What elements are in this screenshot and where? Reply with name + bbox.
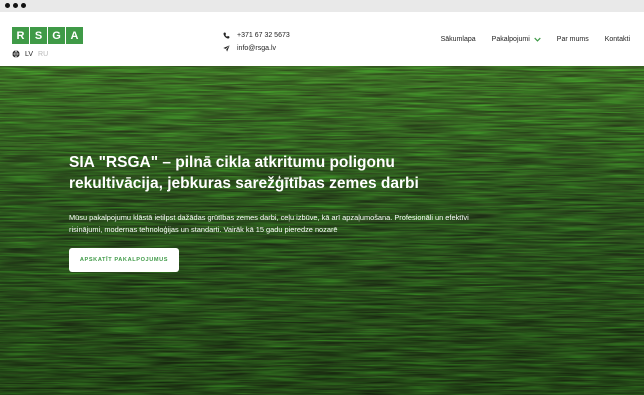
nav-item-label: Pakalpojumi: [491, 36, 530, 43]
hero-headline: SIA "RSGA" – pilnā cikla atkritumu polig…: [69, 154, 419, 192]
nav-item-home[interactable]: Sākumlapa: [441, 36, 476, 43]
hero-section: SIA "RSGA" – pilnā cikla atkritumu polig…: [0, 66, 644, 395]
window-dot: [5, 3, 10, 8]
phone-icon: [223, 32, 230, 39]
hero-description: Mūsu pakalpojumu klāstā ietilpst dažādas…: [69, 213, 469, 234]
email-address: info@rsga.lv: [237, 45, 277, 52]
globe-icon: [12, 50, 20, 58]
phone-number: +371 67 32 5673: [237, 32, 290, 39]
main-nav: Sākumlapa Pakalpojumi Par mums Kontakti: [425, 36, 630, 43]
nav-item-contacts[interactable]: Kontakti: [605, 36, 630, 43]
language-lv[interactable]: LV: [25, 51, 33, 58]
nav-item-label: Kontakti: [604, 36, 630, 43]
logo-letter: R: [12, 27, 29, 44]
window-dot: [21, 3, 26, 8]
nav-item-label: Par mums: [556, 36, 589, 43]
language-ru[interactable]: RU: [38, 51, 48, 58]
send-icon: [223, 45, 230, 52]
nav-item-about[interactable]: Par mums: [557, 36, 589, 43]
window-dot: [13, 3, 18, 8]
site-header: R S G A LV RU +371 67 32 5673 info@rsga.…: [0, 12, 644, 66]
contact-info: +371 67 32 5673 info@rsga.lv: [223, 29, 290, 55]
email-row[interactable]: info@rsga.lv: [223, 42, 290, 55]
browser-chrome: [0, 0, 644, 12]
logo-letter: G: [48, 27, 65, 44]
phone-row[interactable]: +371 67 32 5673: [223, 29, 290, 42]
language-switcher: LV RU: [12, 50, 48, 58]
logo-letter: A: [66, 27, 83, 44]
logo-letter: S: [30, 27, 47, 44]
chevron-down-icon: [534, 37, 541, 42]
view-services-button[interactable]: APSKATĪT PAKALPOJUMUS: [69, 248, 179, 272]
logo[interactable]: R S G A: [12, 27, 83, 44]
nav-item-services[interactable]: Pakalpojumi: [492, 36, 541, 43]
nav-item-label: Sākumlapa: [440, 36, 476, 43]
